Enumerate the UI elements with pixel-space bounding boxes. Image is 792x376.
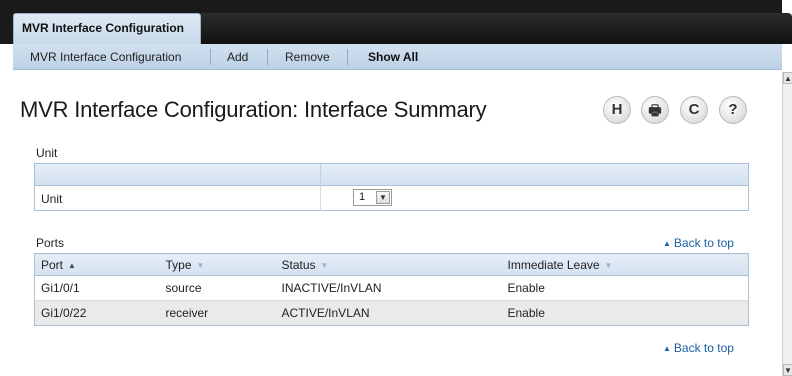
cell-immediate-leave: Enable bbox=[501, 300, 749, 326]
subnav-show-all[interactable]: Show All bbox=[368, 50, 418, 64]
print-icon[interactable]: 🖶 bbox=[641, 96, 669, 124]
table-row[interactable]: Gi1/0/1 source INACTIVE/InVLAN Enable bbox=[34, 275, 749, 301]
column-header-immediate-leave[interactable]: Immediate Leave ▼ bbox=[501, 253, 749, 276]
back-to-top-label: Back to top bbox=[673, 341, 734, 355]
sort-icon[interactable]: ▼ bbox=[605, 261, 613, 270]
column-divider bbox=[320, 164, 321, 186]
unit-section-title: Unit bbox=[36, 146, 58, 160]
column-header-label: Status bbox=[281, 257, 316, 272]
cell-status: ACTIVE/InVLAN bbox=[275, 300, 502, 326]
scroll-up-icon[interactable]: ▲ bbox=[783, 72, 792, 84]
tab-bar-extension bbox=[201, 13, 792, 44]
table-row[interactable]: Gi1/0/22 receiver ACTIVE/InVLAN Enable bbox=[34, 300, 749, 326]
sort-icon[interactable]: ▼ bbox=[321, 261, 329, 270]
unit-select[interactable]: 1 ▼ bbox=[353, 189, 392, 206]
back-to-top-label: Back to top bbox=[673, 236, 734, 250]
subnav-add[interactable]: Add bbox=[227, 50, 248, 64]
unit-row-label: Unit bbox=[41, 192, 63, 206]
cell-type: receiver bbox=[159, 300, 276, 326]
column-header-status[interactable]: Status ▼ bbox=[275, 253, 502, 276]
ports-table: Port ▲ Type ▼ Status ▼ Immediate Leave ▼ Gi1… bbox=[34, 253, 749, 326]
column-divider bbox=[320, 186, 321, 211]
tab-mvr-interface-configuration[interactable]: MVR Interface Configuration bbox=[13, 13, 201, 44]
table-header-row: Port ▲ Type ▼ Status ▼ Immediate Leave ▼ bbox=[34, 253, 749, 276]
column-header-label: Port bbox=[41, 257, 64, 272]
save-icon[interactable]: H bbox=[603, 96, 631, 124]
scroll-down-icon[interactable]: ▼ bbox=[783, 364, 792, 376]
ports-section-title: Ports bbox=[36, 236, 65, 250]
cell-status: INACTIVE/InVLAN bbox=[275, 275, 502, 301]
sort-ascending-icon[interactable]: ▲ bbox=[68, 261, 76, 270]
vertical-scrollbar[interactable]: ▲ ▼ bbox=[782, 72, 792, 376]
cell-port: Gi1/0/22 bbox=[34, 300, 160, 326]
help-icon[interactable]: ? bbox=[719, 96, 747, 124]
column-header-label: Immediate Leave bbox=[507, 257, 600, 272]
unit-row: Unit 1 ▼ bbox=[35, 186, 748, 211]
unit-select-value: 1 bbox=[359, 191, 366, 203]
unit-table: Unit 1 ▼ bbox=[34, 163, 749, 211]
subnav-divider bbox=[210, 49, 211, 65]
subnav-divider bbox=[267, 49, 268, 65]
subnav-divider bbox=[347, 49, 348, 65]
chevron-down-icon[interactable]: ▼ bbox=[376, 191, 390, 204]
arrow-up-icon: ▲ bbox=[663, 239, 671, 248]
back-to-top-link-bottom[interactable]: ▲ Back to top bbox=[663, 341, 734, 355]
column-header-label: Type bbox=[165, 257, 192, 272]
arrow-up-icon: ▲ bbox=[663, 344, 671, 353]
subnav-remove[interactable]: Remove bbox=[285, 50, 330, 64]
page-title: MVR Interface Configuration: Interface S… bbox=[20, 97, 487, 122]
cell-immediate-leave: Enable bbox=[501, 275, 749, 301]
refresh-icon[interactable]: C bbox=[680, 96, 708, 124]
column-header-port[interactable]: Port ▲ bbox=[34, 253, 160, 276]
sort-icon[interactable]: ▼ bbox=[197, 261, 205, 270]
subnav-mvr-interface-configuration[interactable]: MVR Interface Configuration bbox=[30, 50, 181, 64]
unit-table-header bbox=[35, 164, 748, 186]
column-header-type[interactable]: Type ▼ bbox=[159, 253, 276, 276]
back-to-top-link[interactable]: ▲ Back to top bbox=[663, 236, 734, 250]
sub-navigation: MVR Interface Configuration Add Remove S… bbox=[13, 44, 782, 70]
cell-type: source bbox=[159, 275, 276, 301]
cell-port: Gi1/0/1 bbox=[34, 275, 160, 301]
